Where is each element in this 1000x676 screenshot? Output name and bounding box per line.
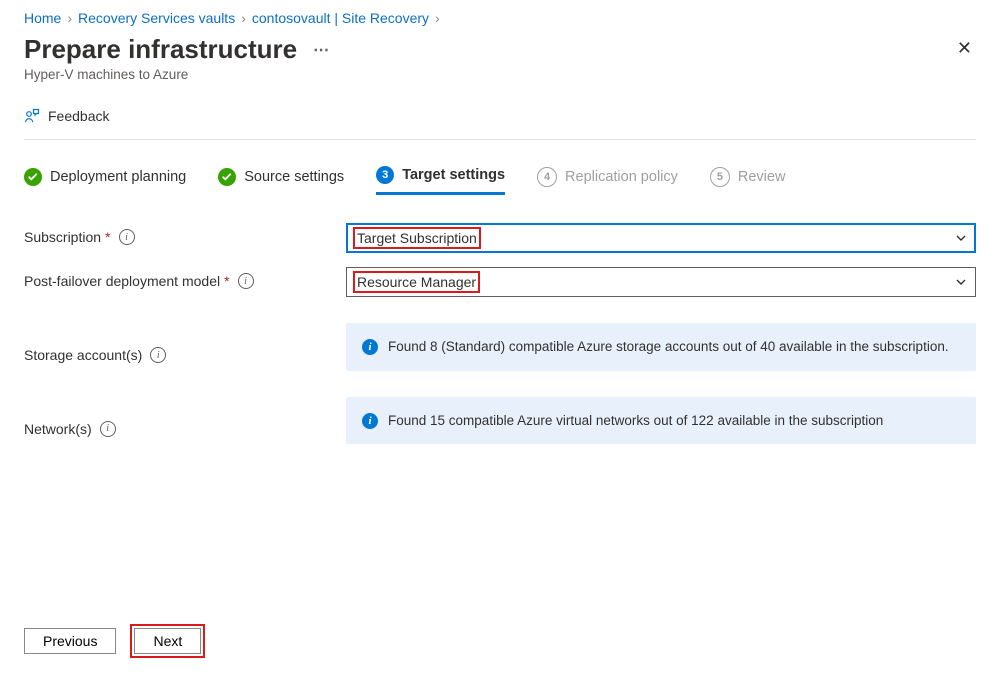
step-number-badge: 5 — [710, 167, 730, 187]
step-review[interactable]: 5 Review — [710, 167, 786, 195]
subscription-label: Subscription * i — [24, 223, 346, 245]
info-icon[interactable]: i — [119, 229, 135, 245]
networks-label: Network(s) i — [24, 397, 346, 437]
step-label: Replication policy — [565, 169, 678, 185]
breadcrumb-contosovault[interactable]: contosovault | Site Recovery — [252, 10, 429, 26]
command-bar: Feedback — [24, 98, 976, 140]
close-icon[interactable]: ✕ — [953, 34, 976, 63]
more-actions-icon[interactable]: ⋯ — [313, 40, 331, 60]
feedback-label: Feedback — [48, 108, 109, 124]
wizard-stepper: Deployment planning Source settings 3 Ta… — [24, 166, 976, 205]
info-icon[interactable]: i — [238, 273, 254, 289]
subscription-dropdown[interactable]: Target Subscription — [346, 223, 976, 253]
target-settings-form: Subscription * i Target Subscription Pos… — [24, 223, 976, 444]
networks-info-text: Found 15 compatible Azure virtual networ… — [388, 411, 883, 431]
step-deployment-planning[interactable]: Deployment planning — [24, 168, 186, 194]
feedback-button[interactable]: Feedback — [24, 108, 109, 124]
page-subtitle: Hyper-V machines to Azure — [24, 67, 331, 82]
step-target-settings[interactable]: 3 Target settings — [376, 166, 505, 195]
chevron-right-icon: › — [67, 10, 72, 26]
wizard-footer: Previous Next — [24, 628, 201, 654]
person-feedback-icon — [24, 108, 40, 124]
info-solid-icon: i — [362, 339, 378, 355]
breadcrumb-vaults[interactable]: Recovery Services vaults — [78, 10, 235, 26]
step-replication-policy[interactable]: 4 Replication policy — [537, 167, 678, 195]
info-icon[interactable]: i — [150, 347, 166, 363]
chevron-down-icon — [955, 276, 967, 288]
checkmark-icon — [218, 168, 236, 186]
storage-accounts-label: Storage account(s) i — [24, 323, 346, 363]
previous-button[interactable]: Previous — [24, 628, 116, 654]
storage-info-callout: i Found 8 (Standard) compatible Azure st… — [346, 323, 976, 371]
deployment-model-dropdown[interactable]: Resource Manager — [346, 267, 976, 297]
page-title: Prepare infrastructure — [24, 34, 297, 65]
step-number-badge: 3 — [376, 166, 394, 184]
breadcrumb-home[interactable]: Home — [24, 10, 61, 26]
step-label: Target settings — [402, 167, 505, 183]
step-number-badge: 4 — [537, 167, 557, 187]
deployment-model-value: Resource Manager — [357, 274, 476, 290]
required-asterisk: * — [224, 273, 229, 289]
step-label: Deployment planning — [50, 169, 186, 185]
breadcrumb: Home › Recovery Services vaults › contos… — [24, 10, 976, 26]
checkmark-icon — [24, 168, 42, 186]
step-label: Review — [738, 169, 786, 185]
step-source-settings[interactable]: Source settings — [218, 168, 344, 194]
required-asterisk: * — [105, 229, 110, 245]
info-icon[interactable]: i — [100, 421, 116, 437]
chevron-down-icon — [955, 232, 967, 244]
chevron-right-icon: › — [435, 10, 440, 26]
storage-info-text: Found 8 (Standard) compatible Azure stor… — [388, 337, 949, 357]
next-button[interactable]: Next — [134, 628, 201, 654]
deployment-model-label: Post-failover deployment model * i — [24, 267, 346, 289]
networks-info-callout: i Found 15 compatible Azure virtual netw… — [346, 397, 976, 445]
chevron-right-icon: › — [241, 10, 246, 26]
step-label: Source settings — [244, 169, 344, 185]
info-solid-icon: i — [362, 413, 378, 429]
subscription-value: Target Subscription — [357, 230, 477, 246]
